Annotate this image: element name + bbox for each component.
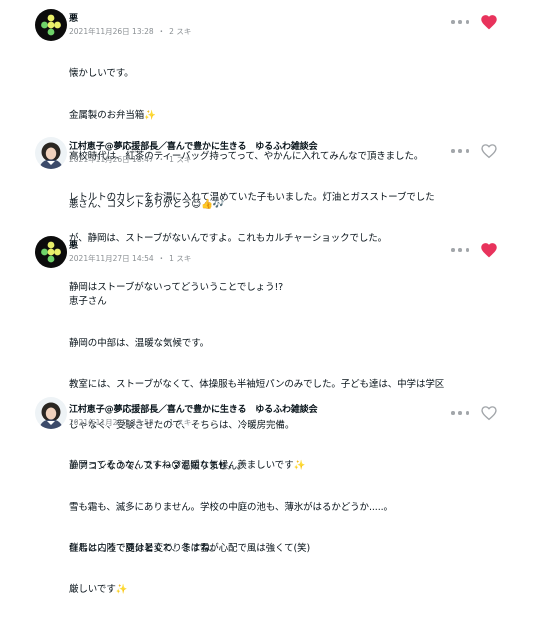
traffic-light-avatar-image: [35, 236, 67, 268]
more-options-button[interactable]: [451, 244, 469, 256]
meta-separator: ・: [157, 155, 166, 164]
meta-separator: ・: [157, 418, 166, 427]
comment-feed: 悪 2021年11月26日 13:28 ・ 2 スキ 懐かしいです。 金属製のお弁当…: [0, 0, 541, 595]
like-heart-icon[interactable]: [480, 13, 498, 30]
comment-meta: 2021年11月27日 15:58 ・ 1 スキ: [69, 417, 191, 428]
avatar[interactable]: [35, 137, 67, 169]
comment-line: 懐かしいです。: [69, 68, 134, 80]
comment-date: 2021年11月27日 14:54: [69, 254, 154, 263]
avatar[interactable]: [35, 9, 67, 41]
comment-line: 静岡の中部は、温暖な気候です。: [69, 337, 210, 349]
comment-date: 2021年11月26日 18:47: [69, 155, 154, 164]
comment-line: 群馬は内陸で夏は暑くて、冬は雪が心配で風は強くて(笑): [69, 542, 311, 554]
comment-line: 金属製のお弁当箱✨: [69, 109, 156, 121]
like-heart-icon[interactable]: [480, 241, 498, 258]
like-count[interactable]: 1 スキ: [169, 417, 191, 428]
comment-date: 2021年11月26日 13:28: [69, 27, 154, 36]
comment-meta: 2021年11月27日 14:54 ・ 1 スキ: [69, 253, 191, 264]
profile-photo-avatar-image: [35, 137, 67, 169]
avatar[interactable]: [35, 397, 67, 429]
like-heart-icon[interactable]: [480, 404, 498, 421]
comment-author[interactable]: 悪: [69, 11, 78, 24]
like-count[interactable]: 2 スキ: [169, 26, 191, 37]
meta-separator: ・: [157, 27, 166, 36]
like-heart-icon[interactable]: [480, 142, 498, 159]
comment-line: 悪さん、コメントありがとう😊👍🎶: [69, 199, 225, 211]
like-count[interactable]: 1 スキ: [169, 253, 191, 264]
comment-line: [69, 240, 509, 254]
more-options-button[interactable]: [451, 407, 469, 419]
like-count[interactable]: 1 スキ: [169, 154, 191, 165]
comment-author[interactable]: 江村恵子@夢応援部長／喜んで豊かに生きる ゆるふわ雑談会: [69, 139, 318, 152]
avatar[interactable]: [35, 236, 67, 268]
more-options-button[interactable]: [451, 16, 469, 28]
comment-line: [69, 501, 509, 515]
comment-line: 厳しいです✨: [69, 583, 128, 595]
comment-author[interactable]: 江村恵子@夢応援部長／喜んで豊かに生きる ゆるふわ雑談会: [69, 402, 318, 415]
comment-date: 2021年11月27日 15:58: [69, 418, 154, 427]
comment-line: 教室には、ストーブがなくて、体操服も半袖短パンのみでした。子ども達は、中学は学区: [69, 378, 445, 390]
traffic-light-avatar-image: [35, 9, 67, 41]
comment-line: 恵子さん: [69, 296, 107, 308]
comment-meta: 2021年11月26日 13:28 ・ 2 スキ: [69, 26, 191, 37]
comment-author[interactable]: 悪: [69, 238, 78, 251]
comment-body: 静岡ってそうなんですね😮温暖な気候、羨ましいです✨ 群馬は内陸で夏は暑くて、冬は…: [69, 432, 509, 624]
comment-meta: 2021年11月26日 18:47 ・ 1 スキ: [69, 154, 191, 165]
more-options-button[interactable]: [451, 145, 469, 157]
meta-separator: ・: [157, 254, 166, 263]
comment-line: 静岡ってそうなんですね😮温暖な気候、羨ましいです✨: [69, 460, 306, 472]
profile-photo-avatar-image: [35, 397, 67, 429]
